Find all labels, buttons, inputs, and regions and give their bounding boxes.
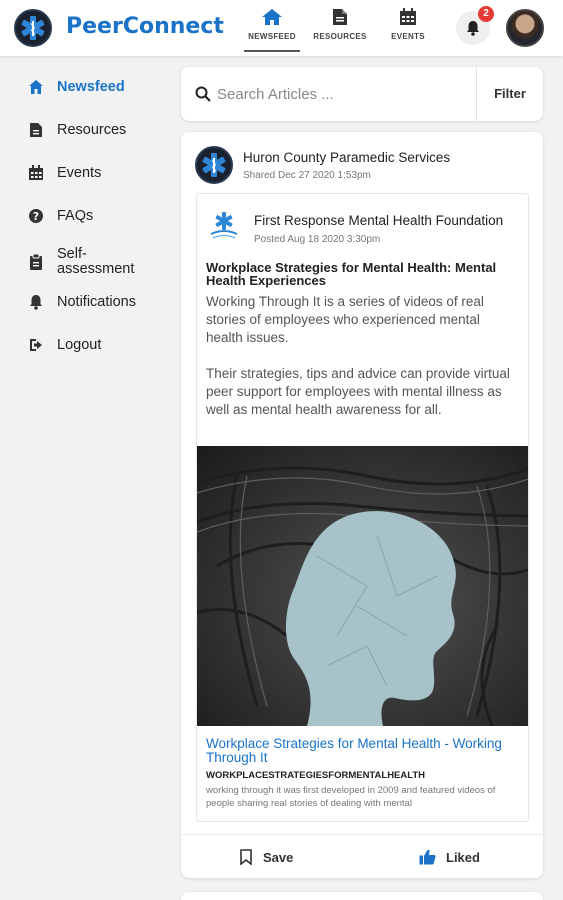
- sidebar-item-events[interactable]: Events: [28, 161, 168, 185]
- sidebar-item-label: Newsfeed: [57, 78, 125, 95]
- save-button[interactable]: Save: [239, 844, 359, 870]
- save-label: Save: [263, 849, 294, 865]
- article-link[interactable]: Workplace Strategies for Mental Health -…: [206, 737, 526, 765]
- question-icon: ?: [29, 209, 43, 223]
- post-timestamp: Shared Dec 27 2020 1:53pm: [243, 170, 371, 181]
- sidebar-item-label: Self- assessment: [57, 246, 135, 277]
- home-icon: [262, 9, 282, 25]
- top-navigation-bar: PeerConnect NEWSFEED RESOURCES EVENTS 2: [0, 0, 563, 56]
- bell-icon: [467, 21, 479, 36]
- calendar-icon: [29, 165, 43, 180]
- notification-count-badge: 2: [478, 6, 494, 22]
- tab-events-label: EVENTS: [391, 32, 425, 41]
- brand-name[interactable]: PeerConnect: [66, 14, 224, 39]
- sidebar-item-faqs[interactable]: ? FAQs: [28, 204, 168, 228]
- sidebar-item-newsfeed[interactable]: Newsfeed: [28, 75, 168, 99]
- shared-post: First Response Mental Health Foundation …: [196, 193, 529, 822]
- article-paragraph: Their strategies, tips and advice can pr…: [206, 366, 510, 417]
- star-of-life-logo-icon[interactable]: [14, 9, 52, 47]
- search-input[interactable]: [217, 81, 447, 107]
- post-card: Huron County Paramedic Services Shared D…: [181, 132, 543, 878]
- calendar-icon: [400, 8, 416, 25]
- tab-resources[interactable]: RESOURCES: [308, 8, 372, 48]
- sidebar-item-label: Logout: [57, 336, 102, 353]
- sidebar-item-resources[interactable]: Resources: [28, 118, 168, 142]
- article-paragraph: Working Through It is a series of videos…: [206, 294, 484, 345]
- sidebar-item-label: FAQs: [57, 207, 94, 224]
- bookmark-icon: [240, 849, 252, 865]
- tab-newsfeed-label: NEWSFEED: [248, 32, 296, 41]
- foundation-logo-icon: [210, 212, 238, 239]
- article-title: Workplace Strategies for Mental Health: …: [206, 260, 497, 288]
- tab-resources-label: RESOURCES: [313, 32, 367, 41]
- shared-org-name[interactable]: First Response Mental Health Foundation: [254, 213, 503, 228]
- sidebar-item-logout[interactable]: Logout: [28, 333, 168, 357]
- shared-timestamp: Posted Aug 18 2020 3:30pm: [254, 234, 381, 245]
- bell-icon: [30, 295, 42, 310]
- like-label: Liked: [446, 849, 480, 865]
- next-post-card: [181, 892, 543, 900]
- tab-newsfeed[interactable]: NEWSFEED: [240, 8, 304, 52]
- clipboard-icon: [30, 254, 42, 270]
- document-icon: [30, 123, 42, 137]
- post-author[interactable]: Huron County Paramedic Services: [243, 150, 450, 165]
- thumbs-up-icon: [419, 849, 436, 865]
- filter-button[interactable]: Filter: [477, 67, 543, 121]
- sidebar-item-label: Notifications: [57, 293, 136, 310]
- sidebar-item-notifications[interactable]: Notifications: [28, 290, 168, 314]
- sidebar: Newsfeed Resources Events ? FAQs Self- a…: [0, 56, 170, 900]
- divider: [181, 834, 543, 835]
- tab-events[interactable]: EVENTS: [376, 8, 440, 48]
- like-button[interactable]: Liked: [419, 844, 539, 870]
- sidebar-item-label: Resources: [57, 121, 127, 138]
- author-avatar[interactable]: [195, 146, 233, 184]
- article-image[interactable]: [197, 446, 528, 726]
- star-of-life-icon: [202, 153, 226, 177]
- user-avatar[interactable]: [506, 9, 544, 47]
- logout-icon: [30, 339, 42, 351]
- link-description: working through it was first developed i…: [206, 785, 496, 809]
- home-icon: [29, 80, 43, 94]
- search-icon: [195, 86, 211, 102]
- sidebar-item-self-assessment[interactable]: Self- assessment: [28, 246, 168, 278]
- document-icon: [333, 9, 347, 25]
- article-body: Working Through It is a series of videos…: [206, 293, 516, 419]
- sidebar-item-label: Events: [57, 164, 102, 181]
- svg-text:?: ?: [33, 210, 39, 223]
- link-domain: WORKPLACESTRATEGIESFORMENTALHEALTH: [206, 770, 426, 781]
- search-bar: Filter: [181, 67, 543, 121]
